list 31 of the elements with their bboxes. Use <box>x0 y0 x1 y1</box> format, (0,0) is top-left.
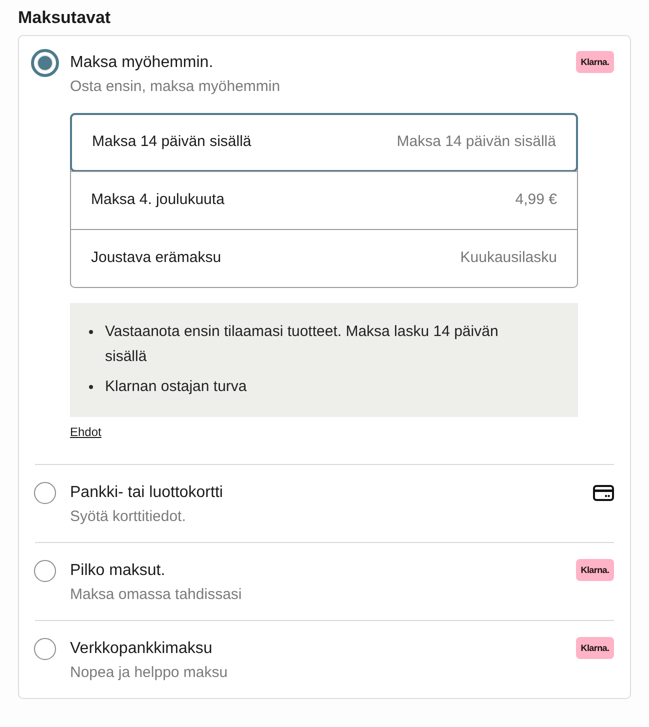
bullet-icon <box>89 385 93 389</box>
logo-badge: Klarna. <box>576 559 614 581</box>
plan-label: Joustava erämaksu <box>91 248 222 268</box>
payment-plan-option[interactable]: Joustava erämaksu Kuukausilasku <box>71 229 577 287</box>
payment-method-title: Maksa myöhemmin. <box>70 53 214 73</box>
plan-value: Maksa 14 päivän sisällä <box>396 132 556 152</box>
plan-value: 4,99 € <box>515 190 557 210</box>
bullet-icon <box>89 330 93 334</box>
payment-plan-option[interactable]: Maksa 4. joulukuuta 4,99 € <box>71 171 577 229</box>
terms-link[interactable]: Ehdot <box>70 424 102 440</box>
logo-badge: Klarna. <box>576 51 614 73</box>
plan-value: Kuukausilasku <box>460 248 557 268</box>
payment-method-description: Osta ensin, maksa myöhemmin <box>70 77 280 97</box>
plan-label: Maksa 4. joulukuuta <box>91 190 224 210</box>
info-text: Klarnan ostajan turva <box>105 377 247 397</box>
logo-badge: Klarna. <box>576 637 614 659</box>
radio-button[interactable] <box>31 49 59 77</box>
credit-card-icon <box>593 485 614 501</box>
radio-button[interactable] <box>34 560 56 582</box>
payment-method-title: Verkkopankkimaksu <box>70 639 214 659</box>
payment-method-description: Syötä korttitiedot. <box>70 507 187 527</box>
section-title: Maksutavat <box>18 7 112 29</box>
payment-method-title: Pilko maksut. <box>70 561 166 581</box>
radio-button[interactable] <box>34 638 56 660</box>
info-text: Vastaanota ensin tilaamasi tuotteet. Maksa lasku 14 päivän sisällä <box>105 322 500 367</box>
payment-method-title: Pankki- tai luottokortti <box>70 483 223 503</box>
payment-method-description: Maksa omassa tahdissasi <box>70 585 242 605</box>
payment-method-description: Nopea ja helppo maksu <box>70 663 228 683</box>
radio-button[interactable] <box>34 482 56 504</box>
plan-label: Maksa 14 päivän sisällä <box>92 132 252 152</box>
payment-plan-option[interactable]: Maksa 14 päivän sisällä Maksa 14 päivän sisällä <box>70 113 578 172</box>
